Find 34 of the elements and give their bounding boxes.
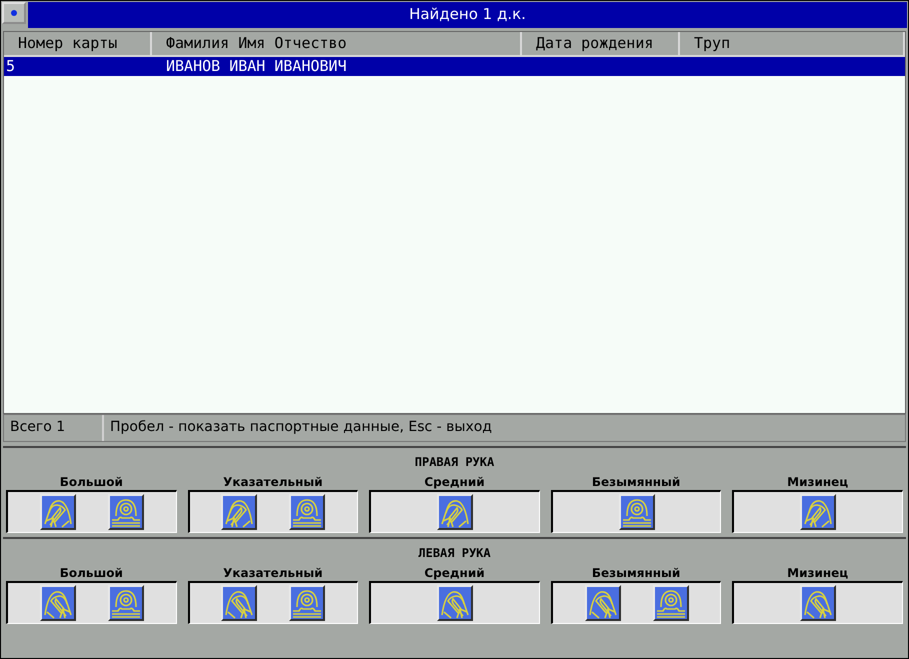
finger-label: Мизинец: [787, 474, 848, 490]
hand-title: ЛЕВАЯ РУКА: [418, 545, 491, 561]
whorl-pattern-icon[interactable]: [652, 585, 688, 621]
loop-pattern-icon[interactable]: [584, 585, 621, 621]
loop-pattern-icon[interactable]: [221, 585, 258, 621]
finger-label: Средний: [424, 474, 485, 490]
finger-label: Средний: [424, 565, 485, 581]
finger-label: Большой: [60, 565, 123, 581]
finger-label: Большой: [60, 474, 123, 490]
loop-pattern-icon[interactable]: [800, 494, 836, 530]
hint-text: Пробел - показать паспортные данные, Esc - выход: [109, 418, 492, 437]
table-cell-text: ИВАНОВ ИВАН ИВАНОВИЧ: [165, 57, 348, 76]
window-title: Найдено 1 д.к.: [28, 2, 907, 28]
whorl-pattern-icon[interactable]: [108, 494, 144, 530]
loop-pattern-icon[interactable]: [40, 585, 76, 621]
loop-pattern-icon[interactable]: [221, 494, 258, 530]
whorl-pattern-icon[interactable]: [289, 585, 326, 621]
system-menu-button[interactable]: [2, 2, 26, 24]
finger-label: Указательный: [223, 474, 323, 490]
table-cell-text: 5: [5, 57, 16, 76]
hand-title: ПРАВАЯ РУКА: [414, 454, 494, 470]
finger-label: Безымянный: [592, 474, 680, 490]
loop-pattern-icon[interactable]: [436, 494, 473, 530]
whorl-pattern-icon[interactable]: [289, 494, 326, 530]
finger-label: Безымянный: [592, 565, 680, 581]
loop-pattern-icon[interactable]: [40, 494, 76, 530]
loop-pattern-icon[interactable]: [436, 585, 473, 621]
finger-label: Указательный: [223, 565, 323, 581]
whorl-pattern-icon[interactable]: [108, 585, 144, 621]
loop-pattern-icon[interactable]: [800, 585, 836, 621]
total-count: Всего 1: [4, 415, 104, 441]
table-row[interactable]: 5 ИВАНОВ ИВАН ИВАНОВИЧ: [4, 57, 905, 76]
whorl-pattern-icon[interactable]: [618, 494, 655, 530]
finger-label: Мизинец: [787, 565, 848, 581]
